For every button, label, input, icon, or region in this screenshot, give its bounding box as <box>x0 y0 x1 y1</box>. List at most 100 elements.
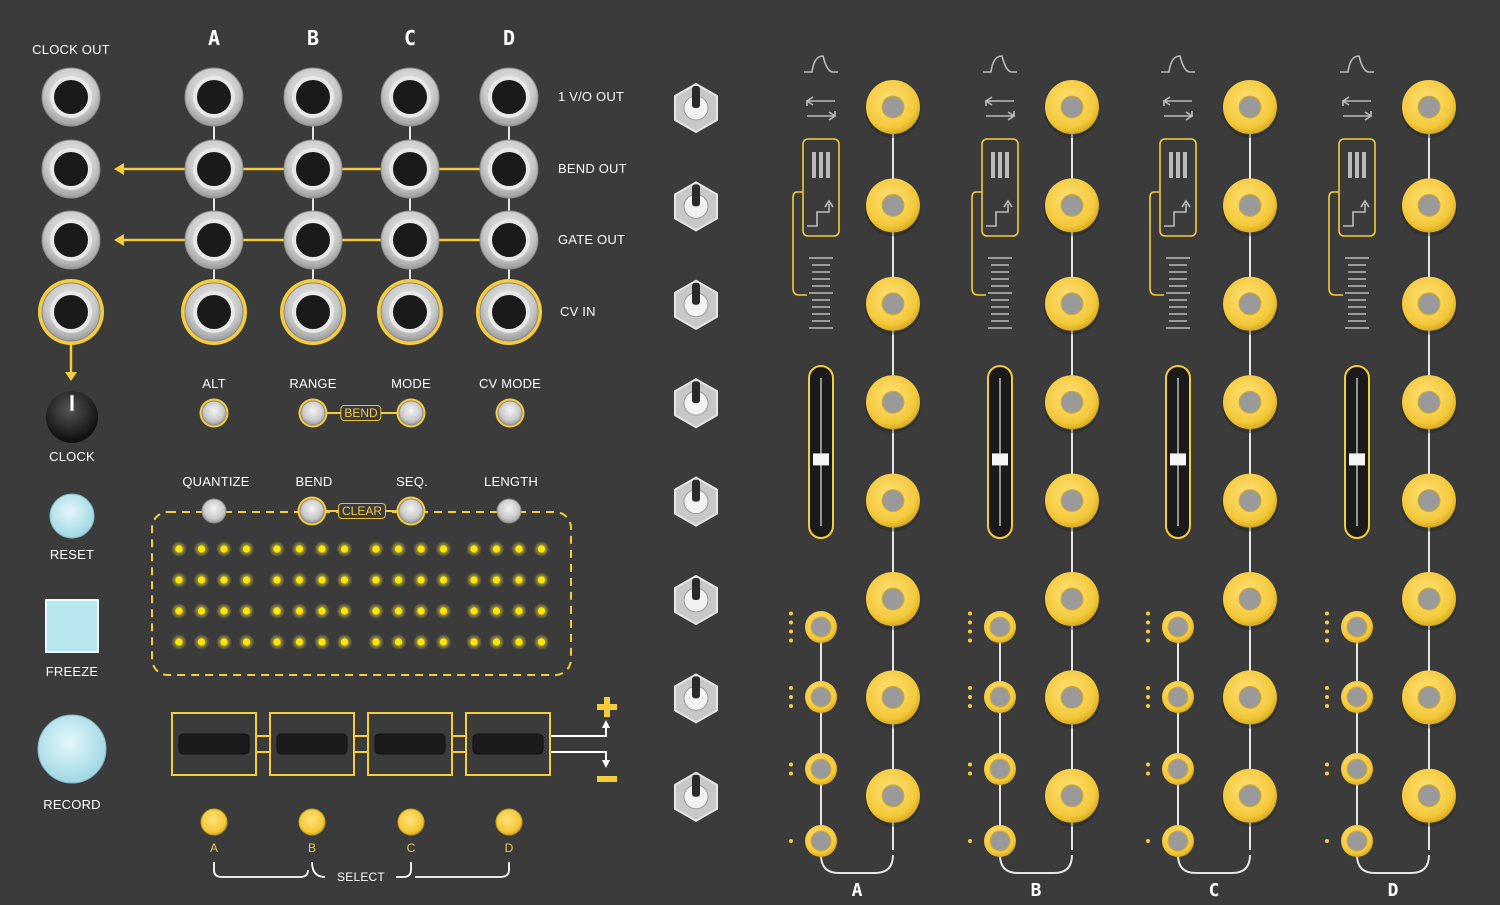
select-button[interactable] <box>495 808 523 836</box>
matrix-jack[interactable] <box>476 279 542 345</box>
select-button[interactable] <box>298 808 326 836</box>
small-jack[interactable] <box>984 681 1016 713</box>
cv-jack[interactable] <box>1044 80 1100 138</box>
cv-jack[interactable] <box>1044 768 1100 827</box>
channel-fader[interactable] <box>1344 365 1370 539</box>
toggle-switch[interactable] <box>674 378 718 429</box>
small-jack[interactable] <box>1341 753 1373 785</box>
small-jack[interactable] <box>1341 681 1373 713</box>
matrix-jack[interactable] <box>380 210 440 270</box>
matrix-jack[interactable] <box>280 279 346 345</box>
cv-jack[interactable] <box>1222 670 1278 729</box>
matrix-jack[interactable] <box>283 210 343 270</box>
clock-out-jack[interactable] <box>41 67 101 127</box>
cv-jack[interactable] <box>1044 670 1100 729</box>
matrix-jack[interactable] <box>377 279 443 345</box>
matrix-jack[interactable] <box>380 67 440 127</box>
toggle-switch[interactable] <box>674 279 718 330</box>
cv-jack[interactable] <box>1401 178 1457 237</box>
cv-jack[interactable] <box>1401 80 1457 138</box>
select-button[interactable] <box>200 808 228 836</box>
clock-in-jack[interactable] <box>38 279 104 345</box>
small-jack[interactable] <box>805 611 837 643</box>
toggle-switch[interactable] <box>674 476 718 527</box>
alt-button[interactable] <box>199 398 229 428</box>
step-pad[interactable] <box>465 712 551 776</box>
cv-jack[interactable] <box>865 276 921 335</box>
cv-jack[interactable] <box>1401 670 1457 729</box>
cv-jack[interactable] <box>1222 473 1278 532</box>
cv-jack[interactable] <box>865 572 921 630</box>
matrix-jack[interactable] <box>184 210 244 270</box>
mode-button[interactable] <box>396 398 426 428</box>
small-jack[interactable] <box>1341 825 1373 857</box>
cv-jack[interactable] <box>865 768 921 827</box>
toggle-switch[interactable] <box>674 181 718 232</box>
length-button[interactable] <box>496 498 522 524</box>
cv-jack[interactable] <box>1222 768 1278 827</box>
matrix-jack[interactable] <box>479 210 539 270</box>
matrix-jack[interactable] <box>283 67 343 127</box>
matrix-jack[interactable] <box>479 67 539 127</box>
cv-jack[interactable] <box>1222 572 1278 630</box>
cv-jack[interactable] <box>1401 572 1457 630</box>
toggle-switch[interactable] <box>674 673 718 724</box>
matrix-jack[interactable] <box>181 279 247 345</box>
quantize-button[interactable] <box>201 498 227 524</box>
toggle-switch[interactable] <box>674 574 718 626</box>
small-jack[interactable] <box>1162 825 1194 857</box>
small-jack[interactable] <box>1341 611 1373 643</box>
channel-fader[interactable] <box>808 365 834 539</box>
cv-jack[interactable] <box>865 178 921 237</box>
cv-jack[interactable] <box>1401 768 1457 827</box>
small-jack[interactable] <box>1162 611 1194 643</box>
cv-jack[interactable] <box>1222 80 1278 138</box>
cv-jack[interactable] <box>865 80 921 138</box>
cv-jack[interactable] <box>1222 375 1278 434</box>
cv-jack[interactable] <box>1044 178 1100 237</box>
small-jack[interactable] <box>805 753 837 785</box>
small-jack[interactable] <box>805 681 837 713</box>
seq-clear-button[interactable] <box>396 496 426 526</box>
matrix-jack[interactable] <box>380 139 440 199</box>
cv-jack[interactable] <box>865 375 921 434</box>
small-jack[interactable] <box>1162 753 1194 785</box>
range-button[interactable] <box>298 398 328 428</box>
step-pad[interactable] <box>269 712 355 776</box>
cv-jack[interactable] <box>1044 473 1100 532</box>
toggle-switch[interactable] <box>674 82 718 134</box>
small-jack[interactable] <box>984 825 1016 857</box>
freeze-button[interactable] <box>45 599 99 653</box>
small-jack[interactable] <box>1162 681 1194 713</box>
cv-jack[interactable] <box>1222 178 1278 237</box>
cv-jack[interactable] <box>865 670 921 729</box>
small-jack[interactable] <box>984 611 1016 643</box>
select-button[interactable] <box>397 808 425 836</box>
small-jack[interactable] <box>805 825 837 857</box>
cv-jack[interactable] <box>1401 375 1457 434</box>
step-pad[interactable] <box>367 712 453 776</box>
channel-fader[interactable] <box>987 365 1013 539</box>
toggle-switch[interactable] <box>674 771 718 822</box>
clock-out-jack[interactable] <box>41 210 101 270</box>
cv-jack[interactable] <box>1044 276 1100 335</box>
cv-jack[interactable] <box>865 473 921 532</box>
clock-knob[interactable] <box>46 391 98 443</box>
step-pad[interactable] <box>171 712 257 776</box>
matrix-jack[interactable] <box>184 139 244 199</box>
small-jack[interactable] <box>984 753 1016 785</box>
matrix-jack[interactable] <box>283 139 343 199</box>
cv-mode-button[interactable] <box>495 398 525 428</box>
cv-jack[interactable] <box>1044 375 1100 434</box>
record-button[interactable] <box>37 714 107 784</box>
reset-button[interactable] <box>49 493 95 539</box>
matrix-jack[interactable] <box>479 139 539 199</box>
matrix-jack[interactable] <box>184 67 244 127</box>
channel-fader[interactable] <box>1165 365 1191 539</box>
cv-jack[interactable] <box>1044 572 1100 630</box>
cv-jack[interactable] <box>1401 276 1457 335</box>
clock-out-jack[interactable] <box>41 139 101 199</box>
cv-jack[interactable] <box>1401 473 1457 532</box>
bend-clear-button[interactable] <box>297 496 327 526</box>
cv-jack[interactable] <box>1222 276 1278 335</box>
